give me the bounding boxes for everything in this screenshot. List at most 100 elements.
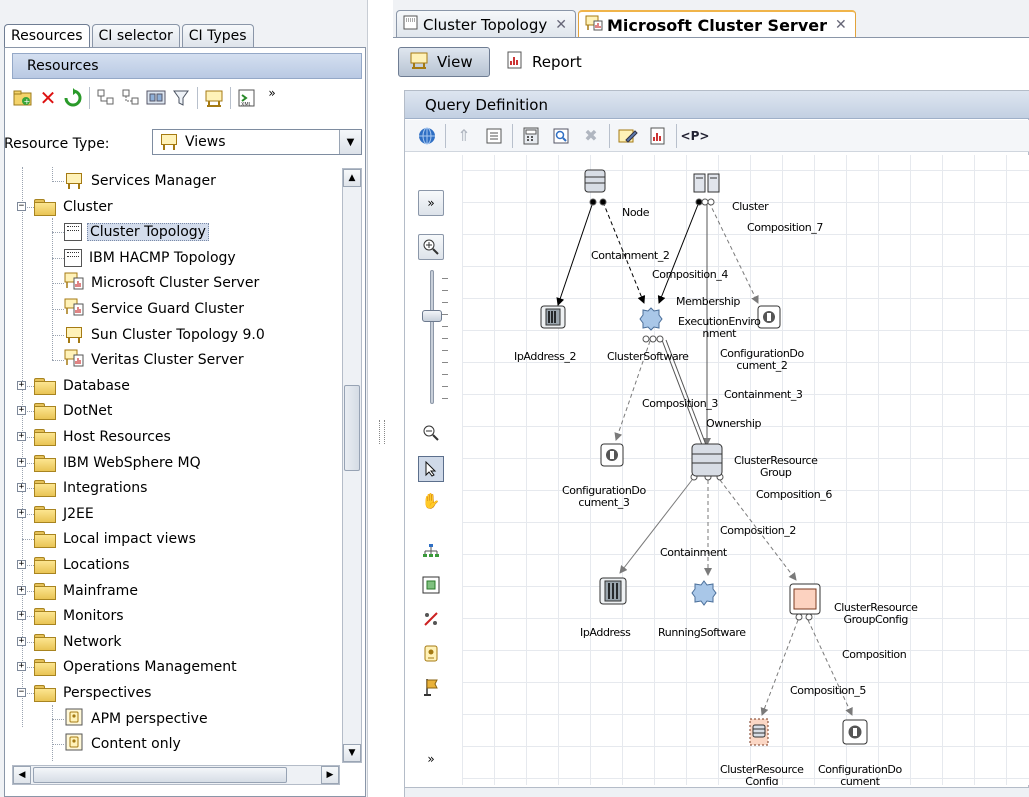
- node-node[interactable]: [584, 169, 606, 197]
- pane-splitter[interactable]: [379, 420, 385, 444]
- collapse-icon[interactable]: [120, 87, 142, 109]
- report-button[interactable]: Report: [500, 47, 582, 77]
- export-xml-icon[interactable]: XML: [236, 87, 258, 109]
- node-clusterresourcegroupconfig[interactable]: [789, 583, 821, 619]
- expand-node-icon[interactable]: +: [17, 457, 26, 467]
- edge-composition5[interactable]: [760, 619, 799, 716]
- tree-item[interactable]: Services Manager: [64, 170, 218, 192]
- view-button[interactable]: View: [398, 47, 490, 77]
- calculator-icon[interactable]: [519, 124, 543, 148]
- expand-node-icon[interactable]: +: [17, 432, 26, 441]
- more-icon[interactable]: »: [261, 87, 283, 109]
- expand-node-icon[interactable]: +: [17, 585, 26, 595]
- expand-icon[interactable]: [95, 87, 117, 109]
- new-folder-icon[interactable]: +: [12, 87, 34, 109]
- tree-item[interactable]: Local impact views: [34, 528, 198, 550]
- tree-item[interactable]: Veritas Cluster Server: [64, 349, 246, 371]
- tree-item[interactable]: Network: [34, 631, 123, 653]
- tree-item[interactable]: Operations Management: [34, 656, 239, 678]
- expand-node-icon[interactable]: +: [17, 662, 26, 672]
- zoom-slider-track[interactable]: [430, 270, 434, 404]
- tree-item[interactable]: IBM WebSphere MQ: [34, 452, 203, 474]
- view-icon[interactable]: [203, 87, 225, 109]
- node-clustersoftware[interactable]: [638, 306, 664, 336]
- filter-icon[interactable]: [170, 87, 192, 109]
- tree-vertical-scrollbar[interactable]: ▲ ▼: [342, 168, 362, 763]
- tree-item[interactable]: Cluster Topology: [64, 221, 209, 243]
- collapse-node-icon[interactable]: −: [17, 688, 26, 697]
- layout-icon[interactable]: [418, 538, 444, 564]
- collapse-node-icon[interactable]: −: [17, 201, 26, 211]
- expand-panel-icon[interactable]: »: [418, 190, 444, 216]
- tab-microsoft-cluster-server[interactable]: Microsoft Cluster Server ✕: [577, 10, 856, 38]
- scroll-down-icon[interactable]: ▼: [343, 744, 361, 762]
- edge-composition[interactable]: [807, 619, 853, 716]
- node-clusterresourcegroup[interactable]: [691, 443, 723, 481]
- edge-composition7[interactable]: [708, 201, 759, 304]
- properties-icon[interactable]: [482, 124, 506, 148]
- flag-icon[interactable]: [418, 674, 444, 700]
- delete-icon[interactable]: ✖: [579, 124, 603, 148]
- node-clusterresourceconfig[interactable]: [744, 717, 774, 751]
- chevron-down-icon[interactable]: ▼: [339, 130, 361, 154]
- badge-icon[interactable]: [418, 640, 444, 666]
- edit-icon[interactable]: [616, 124, 640, 148]
- tab-cluster-topology[interactable]: Cluster Topology ✕: [396, 10, 576, 38]
- find-icon[interactable]: [549, 124, 573, 148]
- collapse-panel-icon[interactable]: »: [418, 746, 444, 772]
- tree-item[interactable]: Mainframe: [34, 580, 140, 602]
- tree-item[interactable]: Database: [34, 375, 132, 397]
- node-ipaddress[interactable]: [599, 577, 627, 609]
- scroll-up-icon[interactable]: ▲: [343, 169, 361, 187]
- tree-item[interactable]: Service Guard Cluster: [64, 298, 246, 320]
- expand-node-icon[interactable]: +: [17, 560, 26, 569]
- view-mode-icon[interactable]: [145, 87, 167, 109]
- scrollbar-thumb[interactable]: [33, 767, 287, 783]
- tree-item[interactable]: Microsoft Cluster Server: [64, 272, 261, 294]
- tree-item[interactable]: Content only: [64, 733, 183, 755]
- graph-horizontal-scrollbar[interactable]: [405, 787, 1029, 797]
- node-ipaddress2[interactable]: [540, 305, 566, 333]
- tree-item[interactable]: Cluster: [34, 196, 115, 218]
- tree-item[interactable]: IBM HACMP Topology: [64, 247, 238, 269]
- tree-item[interactable]: APM perspective: [64, 708, 210, 730]
- scrollbar-thumb[interactable]: [344, 385, 360, 471]
- tree-item[interactable]: J2EE: [34, 503, 96, 525]
- parameter-icon[interactable]: <P>: [681, 124, 710, 148]
- node-runningsoftware[interactable]: [690, 579, 718, 611]
- node-cluster[interactable]: [693, 173, 721, 199]
- tree-horizontal-scrollbar[interactable]: ◀ ▶: [12, 765, 340, 785]
- zoom-in-icon[interactable]: [418, 234, 444, 260]
- fit-icon[interactable]: [418, 572, 444, 598]
- globe-icon[interactable]: [415, 124, 439, 148]
- query-graph-canvas[interactable]: Node Cluster IpAddress_2 ClusterSoftware…: [462, 155, 1029, 785]
- tree-item[interactable]: Sun Cluster Topology 9.0: [64, 324, 267, 346]
- tree-item[interactable]: Perspectives: [34, 682, 153, 704]
- tab-resources[interactable]: Resources: [4, 24, 90, 48]
- close-icon[interactable]: ✕: [835, 17, 847, 33]
- expand-node-icon[interactable]: +: [17, 406, 26, 416]
- node-configdoc3[interactable]: [600, 443, 624, 471]
- tab-ci-selector[interactable]: CI selector: [91, 24, 180, 48]
- node-configdoc2[interactable]: [757, 305, 781, 333]
- select-icon[interactable]: [418, 456, 444, 482]
- tree-item[interactable]: Host Resources: [34, 426, 173, 448]
- pan-icon[interactable]: ✋: [418, 488, 444, 514]
- expand-node-icon[interactable]: +: [17, 380, 26, 390]
- report-icon[interactable]: [646, 124, 670, 148]
- edge-containment2[interactable]: [556, 201, 594, 306]
- scroll-left-icon[interactable]: ◀: [13, 766, 31, 784]
- refresh-icon[interactable]: [62, 87, 84, 109]
- close-icon[interactable]: ✕: [555, 17, 567, 33]
- scroll-right-icon[interactable]: ▶: [321, 766, 339, 784]
- tree-item[interactable]: Integrations: [34, 477, 149, 499]
- expand-node-icon[interactable]: +: [17, 483, 26, 493]
- tree-item[interactable]: Monitors: [34, 605, 126, 627]
- delete-icon[interactable]: ✕: [37, 87, 59, 109]
- expand-node-icon[interactable]: +: [17, 611, 26, 621]
- zoom-out-icon[interactable]: [418, 420, 444, 446]
- remove-icon[interactable]: [418, 606, 444, 632]
- expand-node-icon[interactable]: +: [17, 636, 26, 646]
- expand-node-icon[interactable]: +: [17, 508, 26, 518]
- up-icon[interactable]: ⇑: [452, 124, 476, 148]
